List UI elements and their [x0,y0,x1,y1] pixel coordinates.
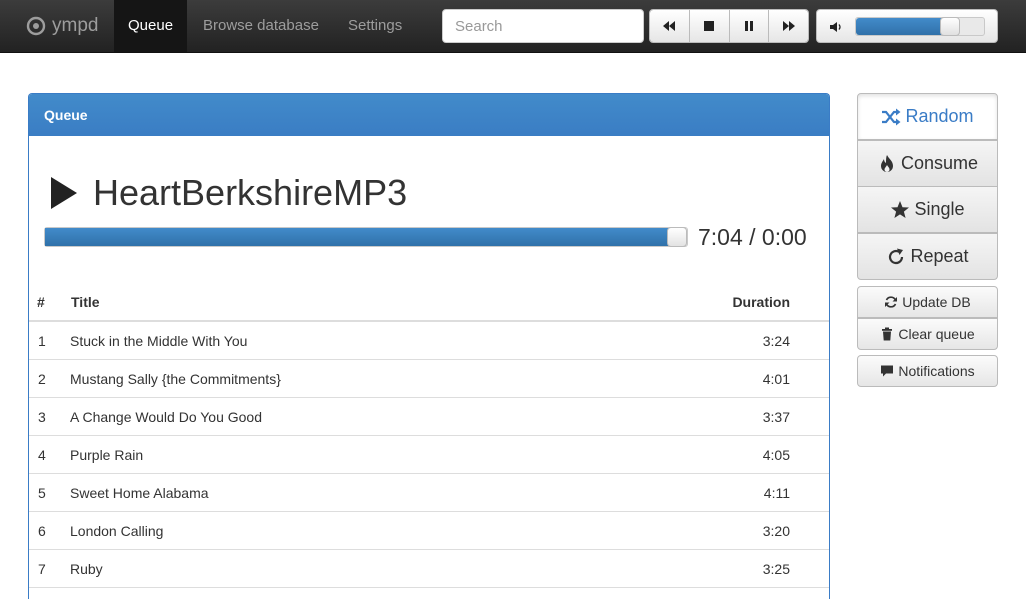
tab-browse-database[interactable]: Browse database [189,0,333,52]
row-duration: 4:01 [762,371,790,387]
progress-bar-fill [45,228,677,246]
trash-icon [882,327,893,341]
queue-panel-heading: Queue [29,94,829,136]
table-row[interactable]: 2 Mustang Sally {the Commitments} 4:01 [29,360,829,398]
consume-button[interactable]: Consume [857,140,998,187]
row-duration: 3:37 [762,409,790,425]
row-number: 5 [38,485,46,501]
row-title: Purple Rain [70,447,144,463]
ympd-logo-icon [26,16,46,36]
row-number: 4 [38,447,46,463]
progress-bar-handle[interactable] [667,227,687,247]
row-number: 6 [38,523,46,539]
row-title: Ruby [70,561,103,577]
progress-bar[interactable] [44,227,688,247]
row-number: 3 [38,409,46,425]
star-icon [891,200,910,218]
refresh-icon [885,296,898,308]
comment-icon [881,365,894,377]
update-db-button[interactable]: Update DB [857,286,998,318]
notifications-label: Notifications [898,363,975,379]
table-row[interactable]: 6 London Calling 3:20 [29,512,829,550]
previous-icon [663,21,676,31]
table-row[interactable]: 3 A Change Would Do You Good 3:37 [29,398,829,436]
next-button[interactable] [769,10,808,42]
repeat-button[interactable]: Repeat [857,233,998,280]
clear-queue-button[interactable]: Clear queue [857,318,998,350]
notifications-button[interactable]: Notifications [857,355,998,387]
queue-table-body: 1 Stuck in the Middle With You 3:24 2 Mu… [29,322,829,588]
play-icon [51,177,77,209]
clear-queue-label: Clear queue [898,326,975,342]
now-playing: HeartBerkshireMP3 [49,172,407,214]
shuffle-icon [882,108,901,125]
row-title: Sweet Home Alabama [70,485,209,501]
repeat-label: Repeat [910,246,969,266]
stop-icon [704,21,715,31]
row-duration: 3:25 [762,561,790,577]
track-counter: 7:04 / 0:00 [698,224,807,250]
row-number: 7 [38,561,46,577]
brand-label: ympd [52,15,99,36]
tab-queue[interactable]: Queue [114,0,188,52]
consume-label: Consume [900,153,979,173]
table-row[interactable]: 4 Purple Rain 4:05 [29,436,829,474]
update-db-label: Update DB [902,294,971,310]
column-header-duration: Duration [732,294,790,310]
column-header-title: Title [71,294,100,310]
row-title: Mustang Sally {the Commitments} [70,371,281,387]
fire-icon [880,154,893,172]
volume-slider-fill [856,18,950,35]
now-playing-title: HeartBerkshireMP3 [93,172,408,213]
table-row[interactable]: 7 Ruby 3:25 [29,550,829,588]
row-title: A Change Would Do You Good [70,409,263,425]
queue-table-header: # Title Duration [29,284,829,322]
pause-icon [744,21,753,31]
row-duration: 3:20 [762,523,790,539]
stop-button[interactable] [689,10,730,42]
repeat-icon [889,248,904,264]
row-duration: 4:05 [762,447,790,463]
row-number: 2 [38,371,46,387]
row-number: 1 [38,333,46,349]
random-button[interactable]: Random [857,93,998,140]
tab-settings[interactable]: Settings [334,0,416,52]
brand[interactable]: ympd [26,0,98,52]
previous-button[interactable] [650,10,690,42]
search-input[interactable] [442,9,644,43]
single-button[interactable]: Single [857,186,998,233]
table-row[interactable]: 5 Sweet Home Alabama 4:11 [29,474,829,512]
transport-controls [649,9,809,43]
row-duration: 3:24 [762,333,790,349]
next-icon [782,21,795,31]
volume-control [816,9,998,43]
volume-slider-handle[interactable] [940,17,960,36]
column-header-number: # [37,294,45,310]
random-label: Random [905,106,974,126]
single-label: Single [914,199,965,219]
row-duration: 4:11 [763,485,790,501]
volume-slider[interactable] [855,17,985,36]
navbar: ympd Queue Browse database Settings [0,0,1026,53]
queue-panel: Queue HeartBerkshireMP3 7:04 / 0:00 # Ti… [28,93,830,599]
volume-icon [830,22,841,32]
table-row[interactable]: 1 Stuck in the Middle With You 3:24 [29,322,829,360]
pause-button[interactable] [729,10,770,42]
row-title: London Calling [70,523,164,539]
row-title: Stuck in the Middle With You [70,333,248,349]
